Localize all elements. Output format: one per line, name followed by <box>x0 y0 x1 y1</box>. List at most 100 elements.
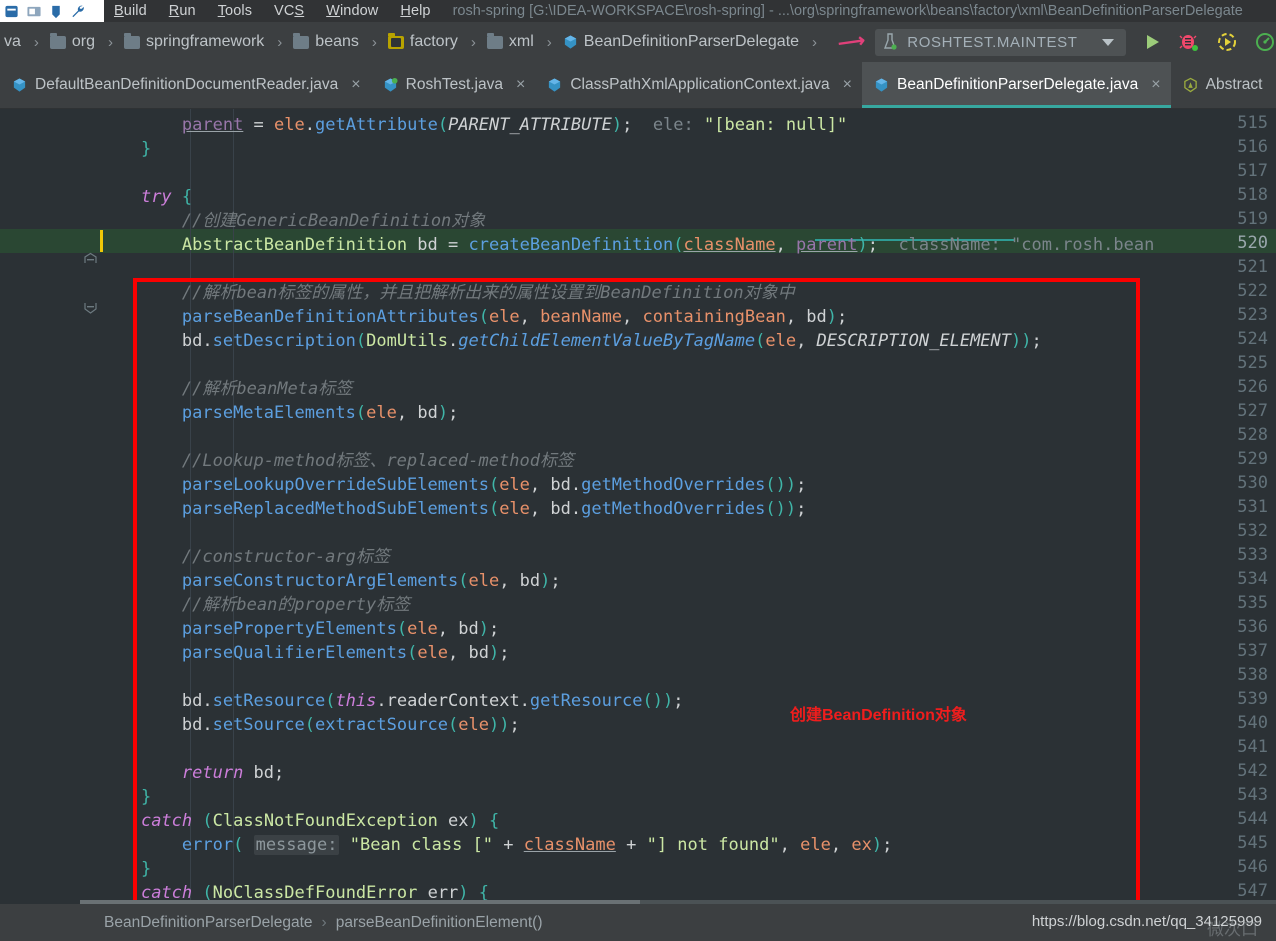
code-editor[interactable]: 5155165175185195205215225235245255265275… <box>0 109 1276 904</box>
run-config-name: ROSHTEST.MAINTEST <box>907 34 1077 51</box>
app-icon-1[interactable] <box>4 4 20 19</box>
close-icon[interactable]: × <box>351 76 360 94</box>
tab-Abstract[interactable]: Abstract <box>1171 62 1273 108</box>
menu-item-run[interactable]: Run <box>169 3 196 19</box>
breadcrumb-label: org <box>72 33 95 51</box>
code-line-520: AbstractBeanDefinition bd = createBeanDe… <box>100 233 1154 257</box>
chevron-right-icon: › <box>812 34 817 51</box>
editor-tab-bar: DefaultBeanDefinitionDocumentReader.java… <box>0 62 1276 109</box>
navigation-bar: va › org › springframework › beans › fac… <box>0 22 1276 62</box>
fold-collapse-icon[interactable] <box>83 252 98 267</box>
breadcrumb-item-beans[interactable]: beans › <box>289 33 384 51</box>
code-line-533: //constructor-arg标签 <box>100 545 390 569</box>
run-button[interactable] <box>1142 32 1162 52</box>
breadcrumb-item-org[interactable]: org › <box>46 33 120 51</box>
menu-bar-strip: Build Run Tools VCS Window Help rosh-spr… <box>0 0 1276 22</box>
tab-label: Abstract <box>1206 76 1263 94</box>
folder-icon <box>487 36 503 49</box>
code-line-515: parent = ele.getAttribute(PARENT_ATTRIBU… <box>100 113 847 137</box>
java-test-class-icon <box>383 77 398 93</box>
menu-item-window[interactable]: Window <box>326 3 378 19</box>
main-menu: Build Run Tools VCS Window Help <box>104 3 431 19</box>
run-configuration-selector[interactable]: ROSHTEST.MAINTEST <box>875 29 1125 56</box>
code-line-529: //Lookup-method标签、replaced-method标签 <box>100 449 574 473</box>
status-breadcrumb: BeanDefinitionParserDelegate › parseBean… <box>0 914 542 932</box>
code-line-537: parseQualifierElements(ele, bd); <box>100 641 509 665</box>
code-line-543: } <box>100 785 151 809</box>
app-icon-3[interactable] <box>48 4 64 19</box>
profiler-button[interactable] <box>1254 32 1276 52</box>
code-line-522: //解析bean标签的属性，并且把解析出来的属性设置到BeanDefinitio… <box>100 281 795 305</box>
code-line-535: //解析bean的property标签 <box>100 593 410 617</box>
breadcrumb-label: BeanDefinitionParserDelegate <box>584 33 799 51</box>
code-line-526: //解析beanMeta标签 <box>100 377 352 401</box>
menu-item-build[interactable]: Build <box>114 3 147 19</box>
code-line-518: try { <box>100 185 192 209</box>
debug-button[interactable] <box>1178 32 1200 52</box>
window-title: rosh-spring [G:\IDEA-WORKSPACE\rosh-spri… <box>453 3 1243 19</box>
menu-item-vcs[interactable]: VCS <box>274 3 304 19</box>
close-icon[interactable]: × <box>843 76 852 94</box>
code-line-540: bd.setSource(extractSource(ele)); <box>100 713 520 737</box>
chevron-right-icon: › <box>471 34 476 51</box>
tab-ClassPathXmlApplicationContext[interactable]: ClassPathXmlApplicationContext.java × <box>535 62 862 108</box>
breadcrumb-item-xml[interactable]: xml › <box>483 33 559 51</box>
folder-icon <box>50 36 66 49</box>
annotation-note: 创建BeanDefinition对象 <box>790 701 967 725</box>
status-crumb-class[interactable]: BeanDefinitionParserDelegate <box>104 914 313 932</box>
test-flask-icon <box>883 33 897 51</box>
code-line-542: return bd; <box>100 761 284 785</box>
breadcrumb-item-va[interactable]: va › <box>0 33 46 51</box>
breadcrumb-item-factory[interactable]: factory › <box>384 33 483 51</box>
menu-item-tools[interactable]: Tools <box>218 3 252 19</box>
tab-label: ClassPathXmlApplicationContext.java <box>570 76 829 94</box>
chevron-right-icon: › <box>372 34 377 51</box>
java-abstract-class-icon <box>1183 77 1198 93</box>
breadcrumb: va › org › springframework › beans › fac… <box>0 33 824 51</box>
chevron-right-icon: › <box>34 34 39 51</box>
code-line-536: parsePropertyElements(ele, bd); <box>100 617 499 641</box>
code-line-546: } <box>100 857 151 881</box>
tab-label: DefaultBeanDefinitionDocumentReader.java <box>35 76 338 94</box>
java-class-icon <box>547 77 562 93</box>
tab-label: BeanDefinitionParserDelegate.java <box>897 76 1138 94</box>
breadcrumb-item-springframework[interactable]: springframework › <box>120 33 289 51</box>
code-line-530: parseLookupOverrideSubElements(ele, bd.g… <box>100 473 806 497</box>
java-class-icon <box>563 34 578 50</box>
code-line-527: parseMetaElements(ele, bd); <box>100 401 458 425</box>
status-crumb-method[interactable]: parseBeanDefinitionElement() <box>336 914 543 932</box>
run-with-coverage-button[interactable] <box>1216 32 1238 52</box>
fold-expand-icon[interactable] <box>83 300 98 315</box>
folder-icon <box>124 36 140 49</box>
breadcrumb-label: xml <box>509 33 534 51</box>
code-line-534: parseConstructorArgElements(ele, bd); <box>100 569 561 593</box>
breadcrumb-label: va <box>4 33 21 51</box>
java-class-icon <box>874 77 889 93</box>
taskbar-tray-fragment <box>0 0 104 22</box>
breadcrumb-label: factory <box>410 33 458 51</box>
java-class-icon <box>12 77 27 93</box>
breadcrumb-label: beans <box>315 33 359 51</box>
status-bar: BeanDefinitionParserDelegate › parseBean… <box>0 904 1276 941</box>
wrench-icon[interactable] <box>70 4 86 19</box>
code-content[interactable]: parent = ele.getAttribute(PARENT_ATTRIBU… <box>100 109 1276 904</box>
tab-label: RoshTest.java <box>406 76 503 94</box>
code-line-524: bd.setDescription(DomUtils.getChildEleme… <box>100 329 1042 353</box>
tab-RoshTest[interactable]: RoshTest.java × <box>371 62 536 108</box>
close-icon[interactable]: × <box>516 76 525 94</box>
menu-item-help[interactable]: Help <box>400 3 430 19</box>
code-line-544: catch (ClassNotFoundException ex) { <box>100 809 499 833</box>
tab-DefaultBeanDefinitionDocumentReader[interactable]: DefaultBeanDefinitionDocumentReader.java… <box>0 62 371 108</box>
run-anything-icon[interactable]: ⟶ <box>837 29 867 56</box>
chevron-down-icon[interactable] <box>1102 39 1114 46</box>
tab-BeanDefinitionParserDelegate[interactable]: BeanDefinitionParserDelegate.java × <box>862 62 1171 108</box>
breadcrumb-item-class[interactable]: BeanDefinitionParserDelegate › <box>559 33 824 51</box>
code-line-516: } <box>100 137 151 161</box>
breadcrumb-label: springframework <box>146 33 264 51</box>
code-line-539: bd.setResource(this.readerContext.getRes… <box>100 689 684 713</box>
close-icon[interactable]: × <box>1151 76 1160 94</box>
app-icon-2[interactable] <box>26 4 42 19</box>
code-line-523: parseBeanDefinitionAttributes(ele, beanN… <box>100 305 847 329</box>
code-line-519: //创建GenericBeanDefinition对象 <box>100 209 485 233</box>
chevron-right-icon: › <box>277 34 282 51</box>
